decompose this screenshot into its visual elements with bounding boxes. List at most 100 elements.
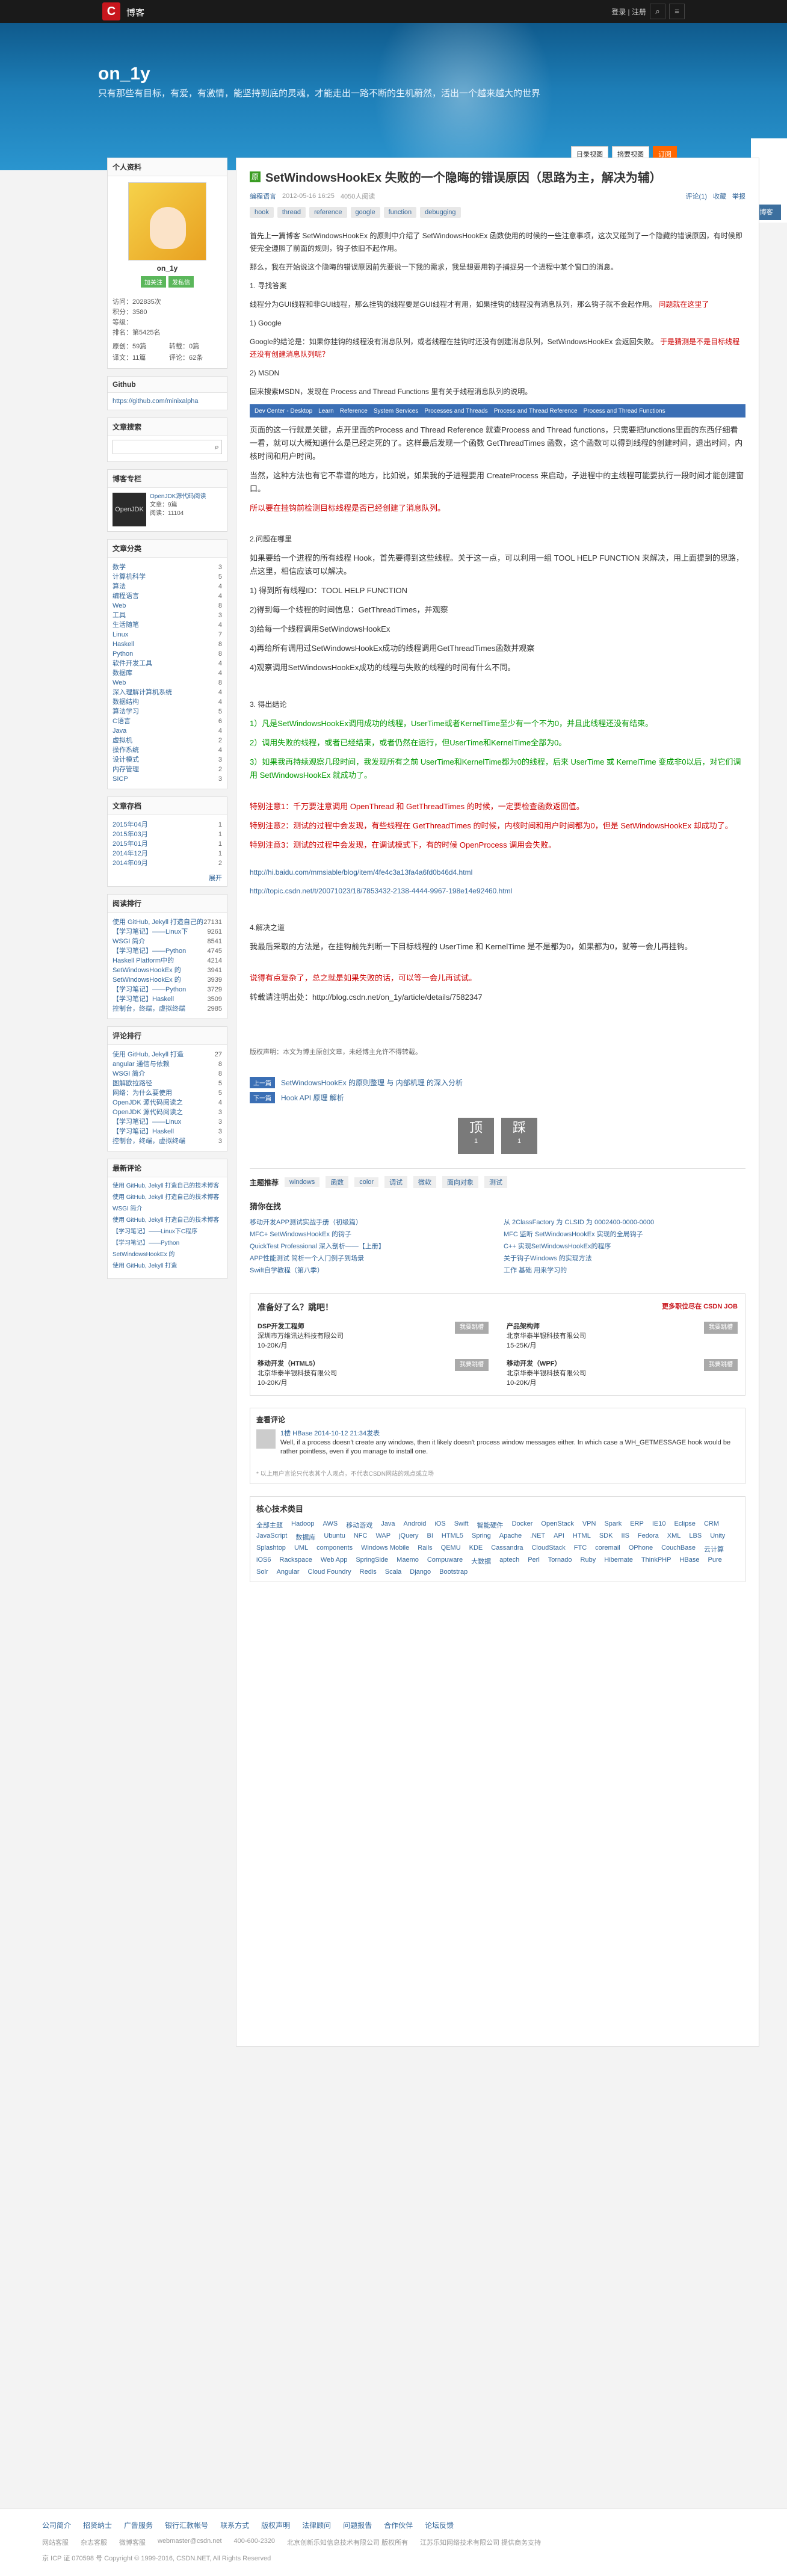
login-register-link[interactable]: 登录 | 注册 [611,7,646,17]
core-tech-link[interactable]: FTC [574,1544,587,1554]
core-tech-link[interactable]: CRM [704,1520,719,1530]
category-item-label[interactable]: 生活随笔 [113,620,139,630]
search-icon[interactable]: ⌕ [215,442,219,452]
core-tech-link[interactable]: 全部主题 [256,1520,283,1530]
footer-link[interactable]: 法律顾问 [302,2520,331,2530]
recommend-item[interactable]: 移动开发APP测试实战手册（初级篇） [250,1218,492,1227]
category-item[interactable]: C语言 6 [113,716,222,726]
topic-tag[interactable]: 函数 [326,1176,349,1188]
reads-item-label[interactable]: 控制台，终端，虚拟终端 [113,1004,185,1014]
comments-rank-item-label[interactable]: angular 通信与依赖 [113,1059,170,1069]
reads-item-label[interactable]: SetWindowsHookEx 的 [113,966,181,975]
comments-rank-item[interactable]: 图解欧拉路径 5 [113,1079,222,1088]
core-tech-link[interactable]: Java [381,1520,395,1530]
collect-link[interactable]: 收藏 [713,191,726,201]
category-item-label[interactable]: C语言 [113,716,131,726]
column-item[interactable]: OpenJDK OpenJDK源代码阅读 文章：9篇 阅读：11104 [108,488,227,531]
latest-comment-item[interactable]: WSGI 简介 [113,1205,222,1213]
comments-rank-item[interactable]: 使用 GitHub, Jekyll 打造 27 [113,1050,222,1059]
core-tech-link[interactable]: Splashtop [256,1544,286,1554]
core-tech-link[interactable]: 数据库 [295,1532,315,1542]
reads-item-label[interactable]: 【学习笔记】——Python [113,985,186,994]
core-tech-link[interactable]: Bootstrap [439,1568,468,1576]
recommend-item[interactable]: Swift自学教程（第八季） [250,1266,492,1275]
apply-button[interactable]: 我要跳槽 [455,1322,489,1334]
jobs-site-link[interactable]: 更多职位尽在 CSDN JOB [662,1301,738,1313]
breadcrumb-item[interactable]: System Services [374,405,418,418]
category-item[interactable]: 软件开发工具 4 [113,659,222,668]
core-tech-link[interactable]: CouchBase [661,1544,696,1554]
core-tech-link[interactable]: BI [427,1532,433,1542]
core-tech-link[interactable]: SDK [599,1532,613,1542]
follow-button[interactable]: 加关注 [141,276,166,288]
archive-item-label[interactable]: 2014年09月 [113,858,148,868]
cai-button[interactable]: 踩1 [501,1118,537,1154]
job-title[interactable]: 产品架构师 [507,1323,540,1330]
core-tech-link[interactable]: LBS [689,1532,702,1542]
category-item[interactable]: 内存管理 2 [113,765,222,774]
github-url[interactable]: https://github.com/minixalpha [108,393,227,410]
category-item-label[interactable]: 数据结构 [113,697,139,707]
apply-button[interactable]: 我要跳槽 [704,1359,738,1371]
core-tech-link[interactable]: Scala [385,1568,402,1576]
comments-rank-item-label[interactable]: 控制台，终端，虚拟终端 [113,1136,185,1146]
category-item[interactable]: 计算机科学 5 [113,572,222,582]
category-item[interactable]: 编程语言 4 [113,591,222,601]
archive-item[interactable]: 2015年03月 1 [113,830,222,839]
breadcrumb-item[interactable]: Dev Center - Desktop [255,405,312,418]
reads-item[interactable]: 控制台，终端，虚拟终端 2985 [113,1004,222,1014]
recommend-item[interactable]: MFC 监听 SetWindowsHookEx 实现的全局钩子 [504,1230,745,1239]
category-item[interactable]: 算法 4 [113,582,222,591]
category-item[interactable]: 生活随笔 4 [113,620,222,630]
comments-rank-item-label[interactable]: 【学习笔记】——Linux [113,1117,181,1127]
reads-item-label[interactable]: 【学习笔记】——Linux下 [113,927,188,937]
comments-rank-item[interactable]: 控制台，终端，虚拟终端 3 [113,1136,222,1146]
reference-url[interactable]: http://topic.csdn.net/t/20071023/18/7853… [250,887,512,895]
core-tech-link[interactable]: AWS [323,1520,338,1530]
comments-rank-item[interactable]: 【学习笔记】——Linux 3 [113,1117,222,1127]
core-tech-link[interactable]: JavaScript [256,1532,287,1542]
next-link[interactable]: Hook API 原理 解析 [281,1092,344,1103]
comments-rank-item[interactable]: WSGI 简介 8 [113,1069,222,1079]
core-tech-link[interactable]: 移动游戏 [346,1520,372,1530]
core-tech-link[interactable]: Angular [277,1568,300,1576]
category-item-label[interactable]: SICP [113,774,128,784]
archive-item[interactable]: 2015年01月 1 [113,839,222,849]
core-tech-link[interactable]: Perl [528,1556,540,1566]
commenter-avatar[interactable] [256,1429,276,1449]
comments-rank-item[interactable]: 【学习笔记】Haskell 3 [113,1127,222,1136]
reads-item-label[interactable]: SetWindowsHookEx 的 [113,975,181,985]
core-tech-link[interactable]: Ubuntu [324,1532,345,1542]
category-item[interactable]: 算法学习 5 [113,707,222,716]
core-tech-link[interactable]: ERP [630,1520,644,1530]
category-item-label[interactable]: 数据库 [113,668,132,678]
core-tech-link[interactable]: ThinkPHP [641,1556,671,1566]
category-item-label[interactable]: 深入理解计算机系统 [113,688,172,697]
core-tech-link[interactable]: Cloud Foundry [307,1568,351,1576]
category-item[interactable]: Web 8 [113,678,222,688]
comments-rank-item[interactable]: OpenJDK 源代码阅读之 3 [113,1108,222,1117]
footer-link[interactable]: 公司简介 [42,2520,71,2530]
core-tech-link[interactable]: Cassandra [491,1544,523,1554]
article-tag[interactable]: google [350,207,380,218]
archive-item[interactable]: 2014年12月 1 [113,849,222,858]
breadcrumb-item[interactable]: Processes and Threads [424,405,487,418]
article-tag[interactable]: hook [250,207,274,218]
core-tech-link[interactable]: Web App [321,1556,347,1566]
footer-link[interactable]: 论坛反馈 [425,2520,454,2530]
core-tech-link[interactable]: Hibernate [604,1556,633,1566]
category-item-label[interactable]: Linux [113,630,128,639]
category-item-label[interactable]: Java [113,726,126,736]
core-tech-link[interactable]: aptech [499,1556,519,1566]
archive-more[interactable]: 展开 [108,873,227,886]
reads-item[interactable]: 使用 GitHub, Jekyll 打造自己的 27131 [113,917,222,927]
footer-link[interactable]: 银行汇款帐号 [165,2520,208,2530]
core-tech-link[interactable]: API [554,1532,564,1542]
category-item[interactable]: SICP 3 [113,774,222,784]
core-tech-link[interactable]: Unity [710,1532,725,1542]
category-item-label[interactable]: 操作系统 [113,745,139,755]
comments-rank-item-label[interactable]: 图解欧拉路径 [113,1079,152,1088]
core-tech-link[interactable]: Compuware [427,1556,463,1566]
category-item[interactable]: 数学 3 [113,562,222,572]
archive-item-label[interactable]: 2014年12月 [113,849,148,858]
